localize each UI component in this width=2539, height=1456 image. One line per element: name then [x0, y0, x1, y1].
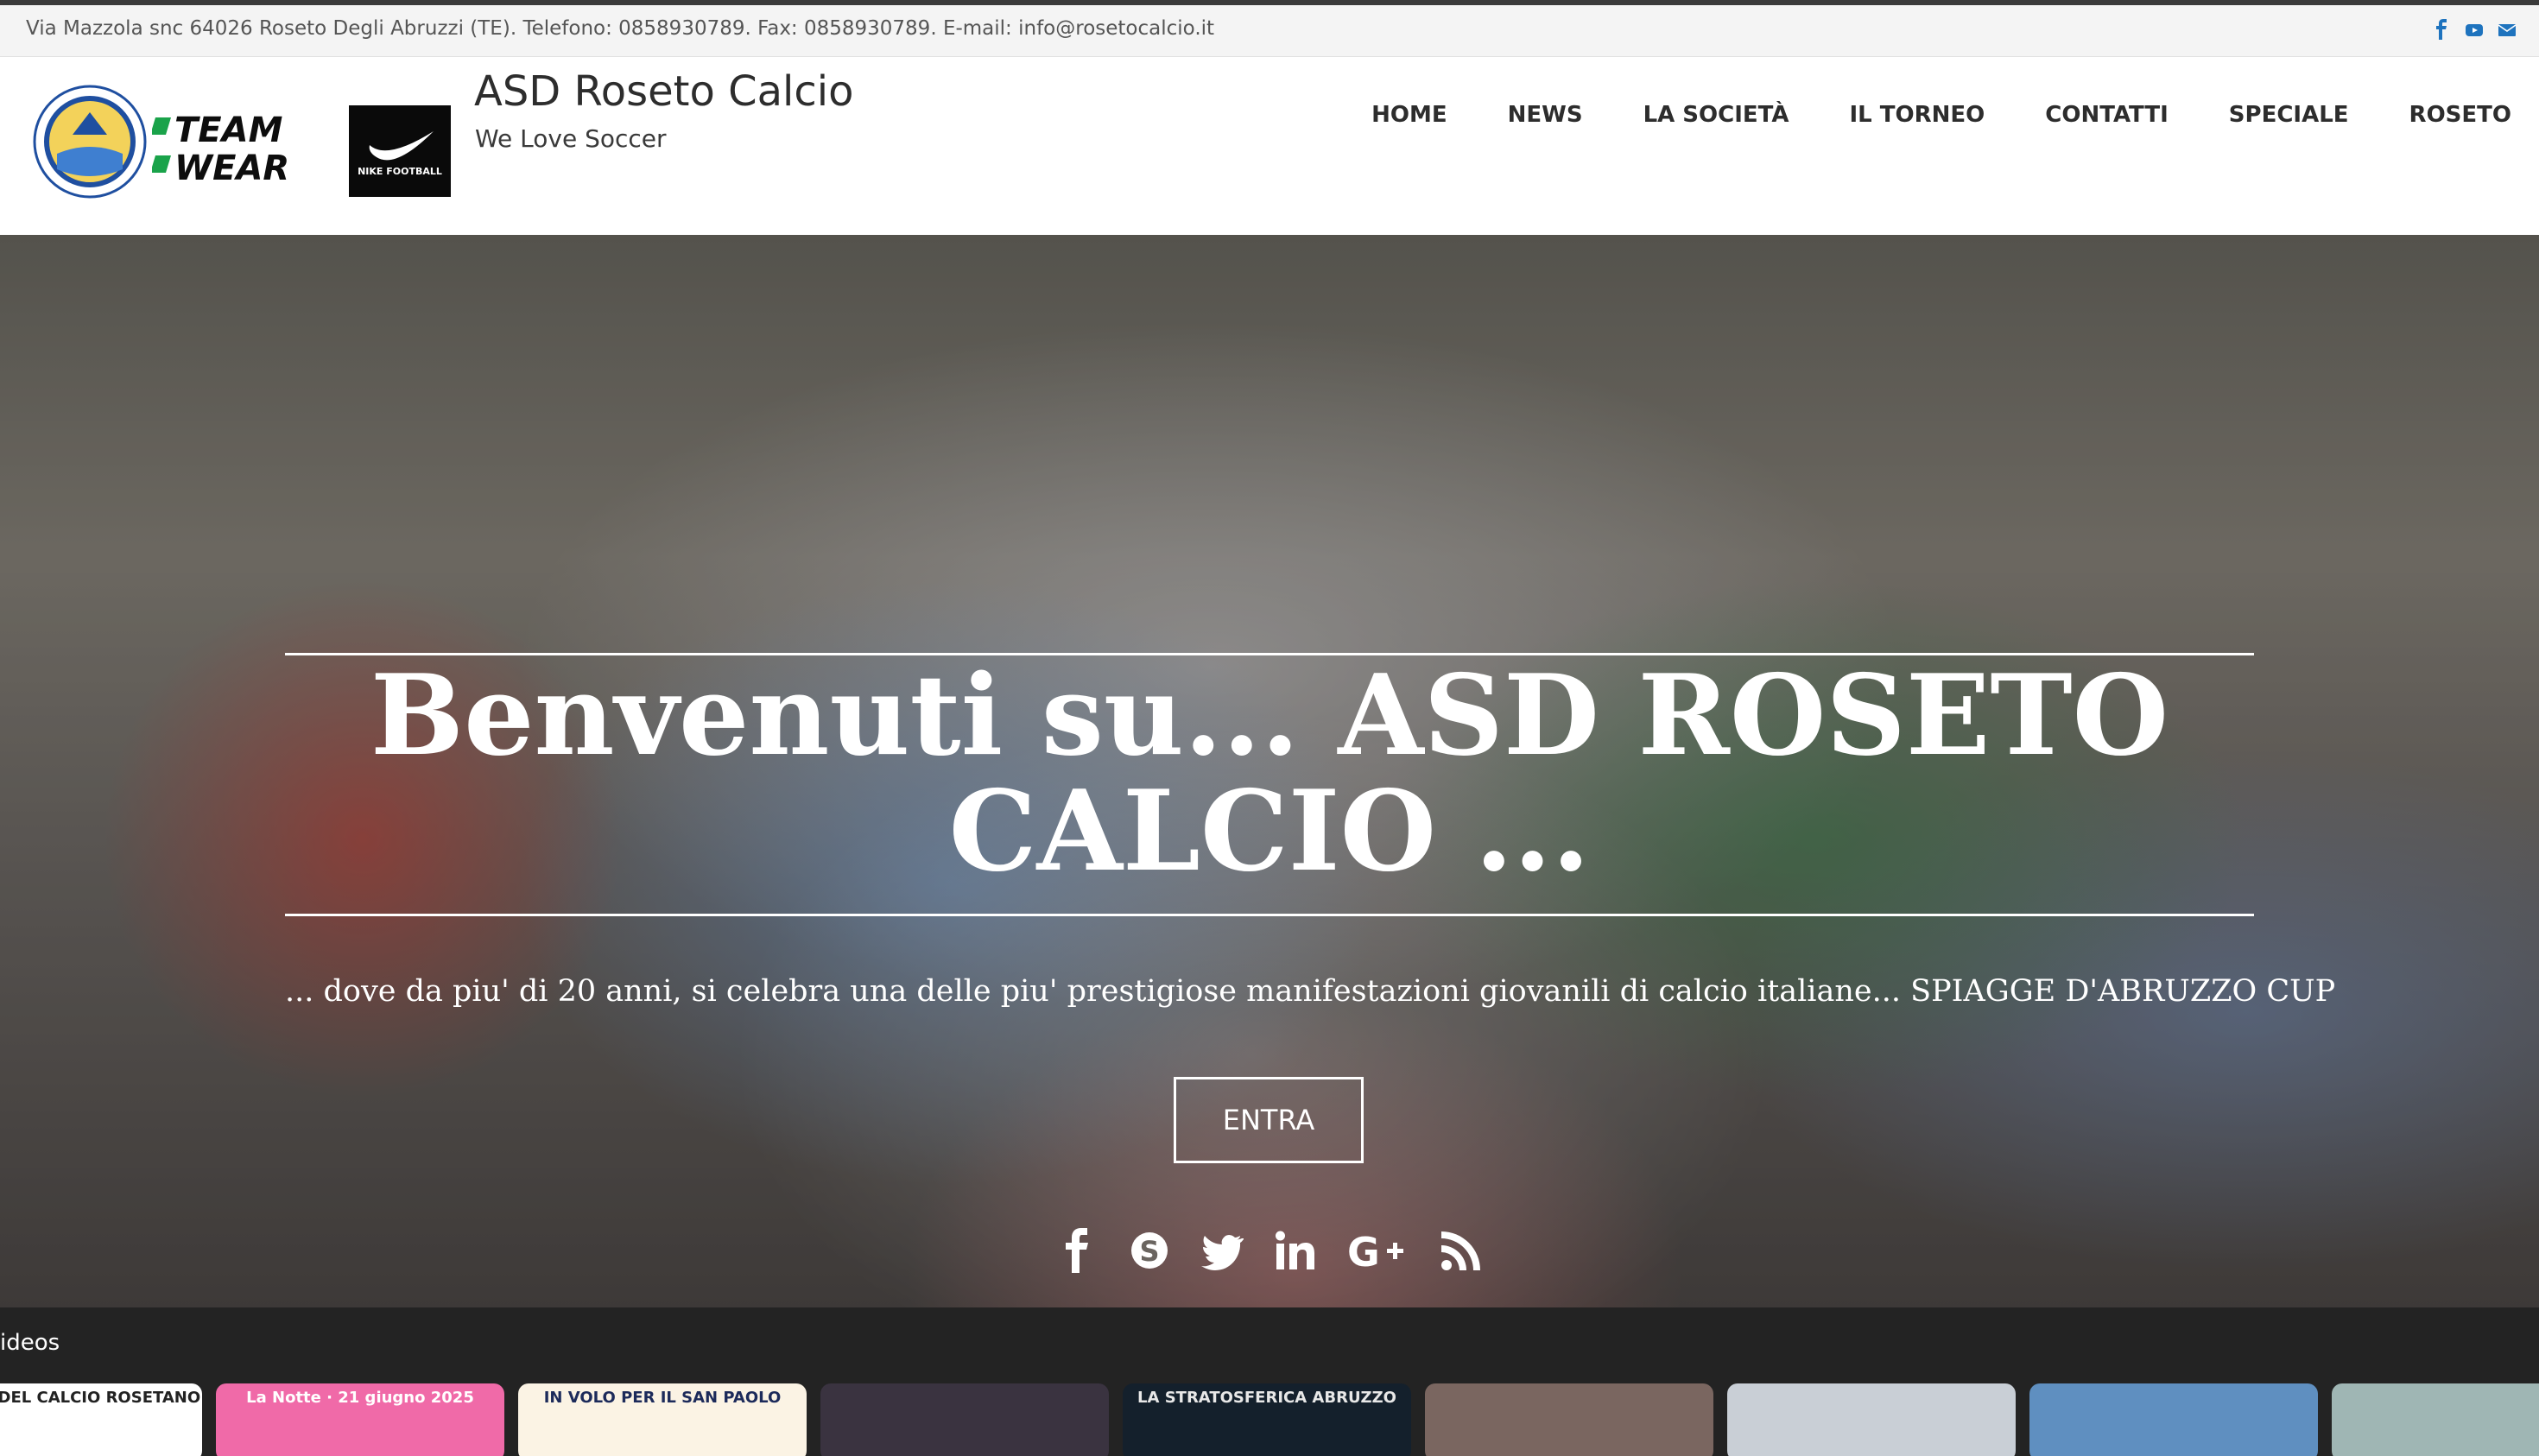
- contact-info-bar: Via Mazzola snc 64026 Roseto Degli Abruz…: [0, 5, 2539, 57]
- hero-banner: Benvenuti su... ASD ROSETO CALCIO ... ..…: [0, 235, 2539, 1307]
- svg-text:S: S: [1139, 1235, 1159, 1268]
- video-thumbnail[interactable]: [820, 1383, 1109, 1456]
- video-thumbnail[interactable]: La Notte · 21 giugno 2025: [216, 1383, 504, 1456]
- video-thumbnail[interactable]: [1727, 1383, 2016, 1456]
- contact-info-text: Via Mazzola snc 64026 Roseto Degli Abruz…: [26, 17, 1215, 40]
- site-tagline: We Love Soccer: [475, 124, 667, 153]
- nike-football-logo[interactable]: NIKE FOOTBALL: [349, 105, 451, 197]
- top-social-links: [2432, 19, 2517, 40]
- skype-icon[interactable]: S: [1128, 1228, 1171, 1273]
- videos-label: ideos: [0, 1330, 60, 1356]
- facebook-icon[interactable]: [2432, 19, 2451, 40]
- nav-la-societa[interactable]: LA SOCIETÀ: [1643, 102, 1789, 128]
- video-thumbnail[interactable]: TENARIO DEL CALCIO ROSETANO: [0, 1383, 202, 1456]
- site-header: TEAM WEAR NIKE FOOTBALL ASD Roseto Calci…: [0, 57, 2539, 235]
- svg-text:TEAM: TEAM: [174, 111, 282, 150]
- facebook-icon[interactable]: [1055, 1228, 1099, 1273]
- video-thumbnail-caption: LA STRATOSFERICA ABRUZZO: [1137, 1389, 1396, 1407]
- roseto-calcio-logo[interactable]: [31, 83, 149, 200]
- svg-text:G: G: [1347, 1229, 1380, 1273]
- hero-title: Benvenuti su... ASD ROSETO CALCIO ...: [370, 651, 2169, 896]
- video-thumbnail-caption: La Notte · 21 giugno 2025: [246, 1389, 474, 1407]
- video-thumbnail[interactable]: [1425, 1383, 1713, 1456]
- twitter-icon[interactable]: [1200, 1228, 1244, 1273]
- video-thumbnail[interactable]: LA STRATOSFERICA ABRUZZO: [1123, 1383, 1411, 1456]
- svg-text:NIKE FOOTBALL: NIKE FOOTBALL: [358, 166, 442, 177]
- nav-home[interactable]: HOME: [1371, 102, 1447, 128]
- youtube-icon[interactable]: [2465, 19, 2484, 40]
- google-plus-icon[interactable]: G: [1345, 1228, 1409, 1276]
- nav-speciale[interactable]: SPECIALE: [2229, 102, 2349, 128]
- nav-contatti[interactable]: CONTATTI: [2045, 102, 2169, 128]
- video-thumbnail-caption: IN VOLO PER IL SAN PAOLO: [543, 1389, 782, 1407]
- envelope-icon[interactable]: [2498, 19, 2517, 40]
- hero-bottom-rule: [285, 914, 2254, 916]
- nav-news[interactable]: NEWS: [1508, 102, 1583, 128]
- entra-button[interactable]: ENTRA: [1174, 1077, 1364, 1163]
- linkedin-icon[interactable]: [1273, 1228, 1316, 1273]
- svg-text:WEAR: WEAR: [174, 149, 289, 188]
- videos-strip: ideos TENARIO DEL CALCIO ROSETANO La Nott…: [0, 1307, 2539, 1456]
- nav-il-torneo[interactable]: IL TORNEO: [1850, 102, 1985, 128]
- video-thumbnail[interactable]: [2332, 1383, 2539, 1456]
- video-thumbnail-caption: TENARIO DEL CALCIO ROSETANO: [0, 1389, 201, 1407]
- site-title[interactable]: ASD Roseto Calcio: [474, 67, 853, 116]
- video-thumbnail[interactable]: IN VOLO PER IL SAN PAOLO: [518, 1383, 807, 1456]
- main-navigation: HOME NEWS LA SOCIETÀ IL TORNEO CONTATTI …: [1311, 102, 2511, 128]
- hero-subtitle: ... dove da piu' di 20 anni, si celebra …: [285, 974, 2336, 1009]
- rss-icon[interactable]: [1439, 1228, 1482, 1273]
- video-thumbnail[interactable]: [2029, 1383, 2318, 1456]
- hero-social-links: S G: [1055, 1228, 1482, 1276]
- nav-roseto[interactable]: ROSETO: [2409, 102, 2511, 128]
- teamwear-logo[interactable]: TEAM WEAR: [150, 111, 351, 188]
